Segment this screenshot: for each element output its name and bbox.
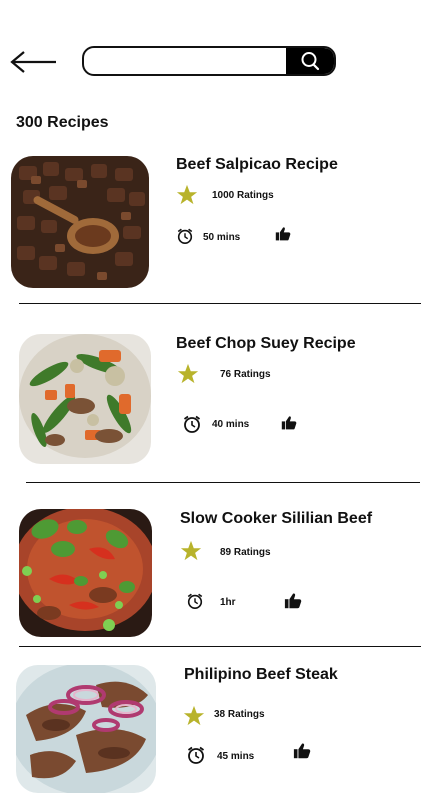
thumbs-up-icon[interactable] — [284, 592, 302, 610]
alarm-clock-icon — [187, 746, 205, 764]
cook-time: 50 mins — [203, 232, 241, 243]
cook-time: 40 mins — [212, 419, 250, 430]
alarm-clock-icon — [183, 415, 201, 433]
thumbs-up-icon[interactable] — [281, 415, 297, 431]
recipe-photo[interactable] — [11, 156, 149, 288]
rating-count: 76 Ratings — [220, 369, 271, 380]
cook-time: 45 mins — [217, 751, 255, 762]
divider — [19, 646, 421, 647]
recipe-photo[interactable] — [19, 509, 152, 637]
thumbs-up-icon[interactable] — [293, 742, 311, 760]
arrow-left-icon — [10, 51, 56, 73]
recipe-title[interactable]: Beef Chop Suey Recipe — [176, 335, 356, 353]
star-icon — [177, 363, 199, 384]
cook-time: 1hr — [220, 597, 236, 608]
star-icon — [176, 184, 198, 205]
search-bar — [82, 46, 336, 76]
recipe-title[interactable]: Beef Salpicao Recipe — [176, 156, 338, 174]
recipe-photo[interactable] — [19, 334, 151, 464]
divider — [19, 303, 421, 304]
rating-count: 1000 Ratings — [212, 190, 274, 201]
rating-count: 89 Ratings — [220, 547, 271, 558]
recipe-photo[interactable] — [16, 665, 156, 793]
thumbs-up-icon[interactable] — [275, 226, 291, 242]
search-icon — [301, 52, 320, 71]
recipe-title[interactable]: Slow Cooker Sililian Beef — [180, 510, 372, 528]
star-icon — [183, 705, 205, 726]
back-button[interactable] — [8, 48, 60, 76]
recipe-count: 300 Recipes — [16, 114, 109, 131]
alarm-clock-icon — [187, 593, 203, 610]
alarm-clock-icon — [177, 228, 193, 245]
search-input[interactable] — [84, 48, 286, 74]
divider — [26, 482, 420, 483]
search-button[interactable] — [286, 48, 334, 74]
star-icon — [180, 540, 202, 561]
recipe-title[interactable]: Philipino Beef Steak — [184, 666, 338, 684]
rating-count: 38 Ratings — [214, 709, 265, 720]
